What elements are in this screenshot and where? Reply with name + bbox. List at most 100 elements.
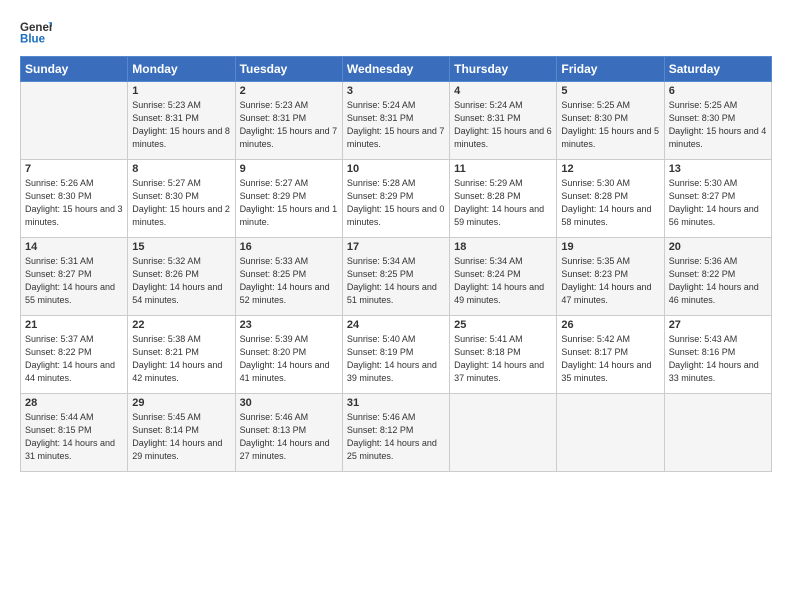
calendar-cell: 1 Sunrise: 5:23 AMSunset: 8:31 PMDaylight… [128, 82, 235, 160]
day-number: 31 [347, 397, 445, 409]
day-sun-info: Sunrise: 5:29 AMSunset: 8:28 PMDaylight:… [454, 177, 552, 229]
calendar-cell [664, 394, 771, 472]
day-sun-info: Sunrise: 5:36 AMSunset: 8:22 PMDaylight:… [669, 255, 767, 307]
day-number: 20 [669, 241, 767, 253]
day-number: 16 [240, 241, 338, 253]
calendar-cell: 29Sunrise: 5:45 AMSunset: 8:14 PMDayligh… [128, 394, 235, 472]
day-sun-info: Sunrise: 5:43 AMSunset: 8:16 PMDaylight:… [669, 333, 767, 385]
day-sun-info: Sunrise: 5:32 AMSunset: 8:26 PMDaylight:… [132, 255, 230, 307]
calendar-cell: 5 Sunrise: 5:25 AMSunset: 8:30 PMDaylight… [557, 82, 664, 160]
calendar-cell: 9 Sunrise: 5:27 AMSunset: 8:29 PMDaylight… [235, 160, 342, 238]
day-sun-info: Sunrise: 5:40 AMSunset: 8:19 PMDaylight:… [347, 333, 445, 385]
day-sun-info: Sunrise: 5:30 AMSunset: 8:27 PMDaylight:… [669, 177, 767, 229]
day-sun-info: Sunrise: 5:23 AMSunset: 8:31 PMDaylight:… [240, 99, 338, 151]
day-sun-info: Sunrise: 5:31 AMSunset: 8:27 PMDaylight:… [25, 255, 123, 307]
day-number: 3 [347, 85, 445, 97]
day-number: 11 [454, 163, 552, 175]
day-sun-info: Sunrise: 5:25 AMSunset: 8:30 PMDaylight:… [561, 99, 659, 151]
calendar-cell: 19 Sunrise: 5:35 AMSunset: 8:23 PMDayligh… [557, 238, 664, 316]
day-sun-info: Sunrise: 5:24 AMSunset: 8:31 PMDaylight:… [454, 99, 552, 151]
day-number: 21 [25, 319, 123, 331]
weekday-header-row: SundayMondayTuesdayWednesdayThursdayFrid… [21, 57, 772, 82]
weekday-header-friday: Friday [557, 57, 664, 82]
calendar-cell: 24 Sunrise: 5:40 AMSunset: 8:19 PMDayligh… [342, 316, 449, 394]
day-number: 12 [561, 163, 659, 175]
day-sun-info: Sunrise: 5:28 AMSunset: 8:29 PMDaylight:… [347, 177, 445, 229]
day-sun-info: Sunrise: 5:35 AMSunset: 8:23 PMDaylight:… [561, 255, 659, 307]
day-sun-info: Sunrise: 5:23 AMSunset: 8:31 PMDaylight:… [132, 99, 230, 151]
day-sun-info: Sunrise: 5:38 AMSunset: 8:21 PMDaylight:… [132, 333, 230, 385]
day-number: 2 [240, 85, 338, 97]
calendar-table: SundayMondayTuesdayWednesdayThursdayFrid… [20, 56, 772, 472]
day-number: 22 [132, 319, 230, 331]
day-sun-info: Sunrise: 5:25 AMSunset: 8:30 PMDaylight:… [669, 99, 767, 151]
day-number: 15 [132, 241, 230, 253]
week-row-5: 28 Sunrise: 5:44 AMSunset: 8:15 PMDayligh… [21, 394, 772, 472]
calendar-cell: 12Sunrise: 5:30 AMSunset: 8:28 PMDayligh… [557, 160, 664, 238]
calendar-cell: 27 Sunrise: 5:43 AMSunset: 8:16 PMDayligh… [664, 316, 771, 394]
calendar-cell: 16 Sunrise: 5:33 AMSunset: 8:25 PMDayligh… [235, 238, 342, 316]
day-sun-info: Sunrise: 5:39 AMSunset: 8:20 PMDaylight:… [240, 333, 338, 385]
day-number: 28 [25, 397, 123, 409]
calendar-cell: 4 Sunrise: 5:24 AMSunset: 8:31 PMDaylight… [450, 82, 557, 160]
calendar-cell: 21Sunrise: 5:37 AMSunset: 8:22 PMDayligh… [21, 316, 128, 394]
day-sun-info: Sunrise: 5:44 AMSunset: 8:15 PMDaylight:… [25, 411, 123, 463]
calendar-cell: 14 Sunrise: 5:31 AMSunset: 8:27 PMDayligh… [21, 238, 128, 316]
day-number: 30 [240, 397, 338, 409]
calendar-cell [450, 394, 557, 472]
day-number: 14 [25, 241, 123, 253]
day-number: 10 [347, 163, 445, 175]
week-row-2: 7 Sunrise: 5:26 AMSunset: 8:30 PMDaylight… [21, 160, 772, 238]
weekday-header-wednesday: Wednesday [342, 57, 449, 82]
calendar-cell: 3 Sunrise: 5:24 AMSunset: 8:31 PMDaylight… [342, 82, 449, 160]
day-sun-info: Sunrise: 5:46 AMSunset: 8:12 PMDaylight:… [347, 411, 445, 463]
logo-icon: General Blue [20, 18, 52, 46]
day-sun-info: Sunrise: 5:27 AMSunset: 8:30 PMDaylight:… [132, 177, 230, 229]
day-number: 4 [454, 85, 552, 97]
weekday-header-tuesday: Tuesday [235, 57, 342, 82]
calendar-cell: 25Sunrise: 5:41 AMSunset: 8:18 PMDayligh… [450, 316, 557, 394]
day-sun-info: Sunrise: 5:24 AMSunset: 8:31 PMDaylight:… [347, 99, 445, 151]
calendar-cell: 2 Sunrise: 5:23 AMSunset: 8:31 PMDaylight… [235, 82, 342, 160]
calendar-cell: 31 Sunrise: 5:46 AMSunset: 8:12 PMDayligh… [342, 394, 449, 472]
calendar-cell: 17Sunrise: 5:34 AMSunset: 8:25 PMDayligh… [342, 238, 449, 316]
calendar-cell [21, 82, 128, 160]
day-number: 8 [132, 163, 230, 175]
day-number: 7 [25, 163, 123, 175]
calendar-cell: 22 Sunrise: 5:38 AMSunset: 8:21 PMDayligh… [128, 316, 235, 394]
week-row-1: 1 Sunrise: 5:23 AMSunset: 8:31 PMDaylight… [21, 82, 772, 160]
weekday-header-monday: Monday [128, 57, 235, 82]
day-sun-info: Sunrise: 5:42 AMSunset: 8:17 PMDaylight:… [561, 333, 659, 385]
page: General Blue SundayMondayTuesdayWednesda… [0, 0, 792, 612]
day-sun-info: Sunrise: 5:41 AMSunset: 8:18 PMDaylight:… [454, 333, 552, 385]
week-row-3: 14 Sunrise: 5:31 AMSunset: 8:27 PMDayligh… [21, 238, 772, 316]
day-number: 1 [132, 85, 230, 97]
day-number: 24 [347, 319, 445, 331]
calendar-cell: 10 Sunrise: 5:28 AMSunset: 8:29 PMDayligh… [342, 160, 449, 238]
day-sun-info: Sunrise: 5:34 AMSunset: 8:24 PMDaylight:… [454, 255, 552, 307]
header: General Blue [20, 18, 772, 46]
day-number: 29 [132, 397, 230, 409]
day-sun-info: Sunrise: 5:27 AMSunset: 8:29 PMDaylight:… [240, 177, 338, 229]
day-sun-info: Sunrise: 5:26 AMSunset: 8:30 PMDaylight:… [25, 177, 123, 229]
calendar-cell: 18Sunrise: 5:34 AMSunset: 8:24 PMDayligh… [450, 238, 557, 316]
calendar-cell: 8 Sunrise: 5:27 AMSunset: 8:30 PMDaylight… [128, 160, 235, 238]
day-number: 5 [561, 85, 659, 97]
day-number: 19 [561, 241, 659, 253]
day-number: 6 [669, 85, 767, 97]
day-number: 27 [669, 319, 767, 331]
svg-text:Blue: Blue [20, 34, 46, 46]
weekday-header-thursday: Thursday [450, 57, 557, 82]
calendar-cell [557, 394, 664, 472]
calendar-cell: 15 Sunrise: 5:32 AMSunset: 8:26 PMDayligh… [128, 238, 235, 316]
day-sun-info: Sunrise: 5:33 AMSunset: 8:25 PMDaylight:… [240, 255, 338, 307]
calendar-cell: 11 Sunrise: 5:29 AMSunset: 8:28 PMDayligh… [450, 160, 557, 238]
calendar-cell: 28 Sunrise: 5:44 AMSunset: 8:15 PMDayligh… [21, 394, 128, 472]
calendar-cell: 30Sunrise: 5:46 AMSunset: 8:13 PMDayligh… [235, 394, 342, 472]
calendar-cell: 13 Sunrise: 5:30 AMSunset: 8:27 PMDayligh… [664, 160, 771, 238]
calendar-cell: 26Sunrise: 5:42 AMSunset: 8:17 PMDayligh… [557, 316, 664, 394]
day-number: 13 [669, 163, 767, 175]
calendar-cell: 20 Sunrise: 5:36 AMSunset: 8:22 PMDayligh… [664, 238, 771, 316]
day-number: 9 [240, 163, 338, 175]
weekday-header-saturday: Saturday [664, 57, 771, 82]
